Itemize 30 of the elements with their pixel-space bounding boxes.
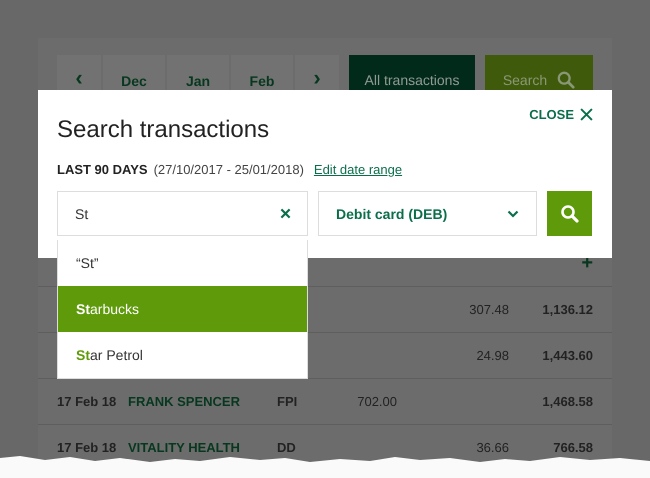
table-cell-text: VITALITY HEALTH xyxy=(128,440,241,455)
table-cell-text: FPI xyxy=(277,394,298,409)
suggestion-item[interactable]: Star Petrol xyxy=(58,332,307,378)
table-cell-text: 17 Feb 18 xyxy=(57,394,118,409)
period-range: (27/10/2017 - 25/01/2018) xyxy=(154,162,304,177)
table-cell-text: 24.98 xyxy=(475,348,509,363)
search-icon xyxy=(557,70,576,88)
close-button[interactable]: CLOSE xyxy=(529,107,593,122)
suggestion-item[interactable]: “St” xyxy=(58,240,307,286)
table-cell-text: 17 Feb 18 xyxy=(57,440,118,455)
table-cell-text: 702.00 xyxy=(356,394,397,409)
dialog-title: Search transactions xyxy=(57,116,270,144)
search-button[interactable] xyxy=(547,191,592,236)
table-cell-text: FRANK SPENCER xyxy=(128,394,241,409)
edit-date-range-link[interactable]: Edit date range xyxy=(314,162,402,177)
suggestion-item[interactable]: Starbucks xyxy=(58,286,307,332)
type-dropdown[interactable]: Debit card (DEB) xyxy=(318,191,537,236)
table-cell-text: 1,468.58 xyxy=(541,394,593,409)
table-cell-text: 1,136.12 xyxy=(541,302,593,317)
table-cell-text: 36.66 xyxy=(475,440,509,455)
table-cell-text: DD xyxy=(277,440,297,455)
table-cell-text: 307.48 xyxy=(468,302,509,317)
table-cell-text: 766.58 xyxy=(552,440,593,455)
table-cell-text: 1,443.60 xyxy=(541,348,593,363)
close-icon xyxy=(580,108,593,121)
search-icon xyxy=(560,204,580,224)
chevron-down-icon xyxy=(507,210,519,218)
period-label: LAST 90 DAYS xyxy=(57,162,148,177)
search-field[interactable]: St xyxy=(57,191,308,236)
clear-icon[interactable] xyxy=(280,208,291,219)
